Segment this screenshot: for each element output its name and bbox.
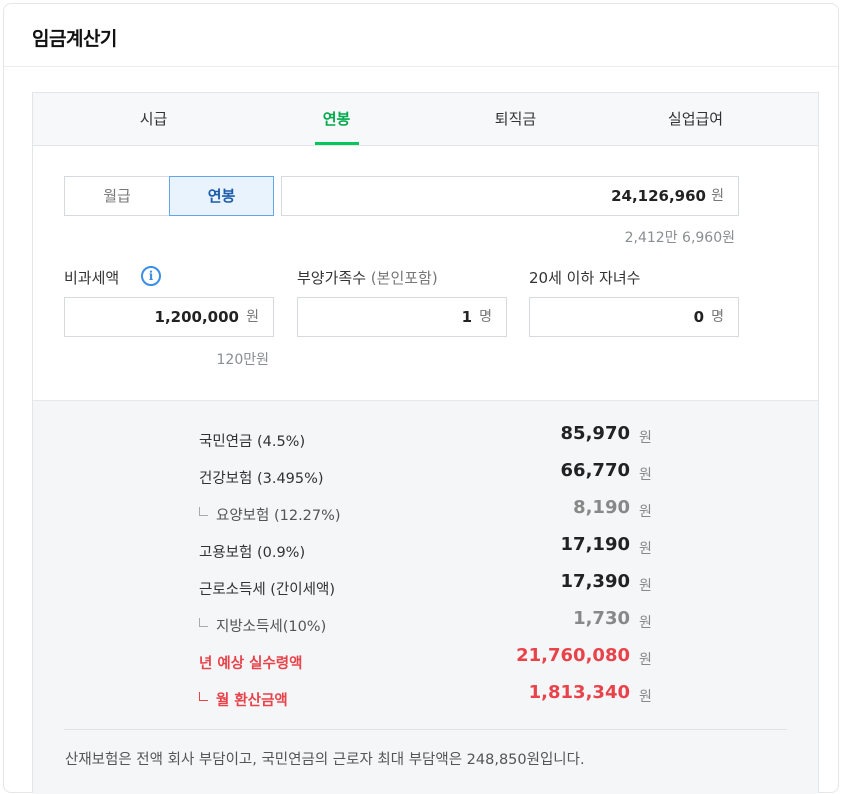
nontax-label-text: 비과세액 [64,269,120,287]
tab-label: 연봉 [322,110,351,128]
footnote: 산재보험은 전액 회사 부담이고, 국민연금의 근로자 최대 부담액은 248,… [65,752,585,768]
result-local-income-tax: 지방소득세(10%) 1,730 원 [33,608,818,638]
salary-input[interactable] [290,177,706,215]
salary-hint: 2,412만 6,960원 [624,230,735,246]
branch-icon [199,618,208,627]
result-value: 1,730 [573,608,630,629]
children-label: 20세 이하 자녀수 [529,269,641,287]
result-label: 근로소득세 (간이세액) [199,582,335,598]
salary-input-box: 원 [281,176,739,216]
result-unit: 원 [639,504,652,520]
branch-icon [199,507,208,516]
result-label: 고용보험 (0.9%) [199,545,306,561]
result-unit: 원 [639,430,652,446]
annual-toggle-button[interactable]: 연봉 [169,176,274,216]
result-employment-insurance: 고용보험 (0.9%) 17,190 원 [33,534,818,564]
results-divider [64,729,787,730]
result-value: 21,760,080 [516,645,630,666]
result-value: 66,770 [560,460,630,481]
result-label-text: 월 환산금액 [216,693,288,709]
dependents-label-sub: (본인포함) [370,269,438,287]
result-label: 요양보험 (12.27%) [199,504,341,525]
tab-severance[interactable]: 퇴직금 [453,93,578,145]
nontax-hint: 120만원 [216,352,269,368]
nontax-unit: 원 [246,309,259,325]
result-label-text: 요양보험 (12.27%) [216,508,341,524]
nontax-label: 비과세액 [64,267,119,288]
tab-label: 퇴직금 [494,110,537,128]
calculator-card: 임금계산기 시급 연봉 퇴직금 실업급여 월급 연봉 원 2,412만 6,96… [3,3,839,794]
result-label: 건강보험 (3.495%) [199,471,324,487]
dependents-label-text: 부양가족수 [297,269,367,287]
tab-label: 시급 [139,110,168,128]
result-value: 85,970 [560,423,630,444]
result-health-insurance: 건강보험 (3.495%) 66,770 원 [33,460,818,490]
result-value: 8,190 [573,497,630,518]
result-label: 월 환산금액 [199,689,288,710]
result-label: 국민연금 (4.5%) [199,434,306,450]
results-section: 국민연금 (4.5%) 85,970 원 건강보험 (3.495%) 66,77… [33,400,818,794]
result-annual-net: 년 예상 실수령액 21,760,080 원 [33,645,818,675]
nontax-input-box: 원 [64,297,274,337]
result-label-text: 지방소득세(10%) [216,619,327,635]
pay-type-toggle: 월급 연봉 [64,176,274,216]
calculator-panel: 시급 연봉 퇴직금 실업급여 월급 연봉 원 2,412만 6,960원 비과세… [32,92,819,794]
result-unit: 원 [639,578,652,594]
result-label: 년 예상 실수령액 [199,656,303,672]
branch-icon [199,692,208,701]
tab-unemployment[interactable]: 실업급여 [608,93,783,145]
result-unit: 원 [639,541,652,557]
result-unit: 원 [639,467,652,483]
result-long-term-care: 요양보험 (12.27%) 8,190 원 [33,497,818,527]
result-unit: 원 [639,689,652,705]
children-input-box: 명 [529,297,739,337]
page-title: 임금계산기 [32,28,117,50]
result-value: 1,813,340 [528,682,630,703]
nontax-input[interactable] [73,298,239,336]
dependents-input[interactable] [306,298,472,336]
tab-bar: 시급 연봉 퇴직금 실업급여 [33,93,818,146]
info-icon[interactable]: i [141,266,161,286]
dependents-input-box: 명 [297,297,507,337]
monthly-toggle-button[interactable]: 월급 [64,176,170,216]
result-monthly-net: 월 환산금액 1,813,340 원 [33,682,818,712]
result-value: 17,390 [560,571,630,592]
result-label: 지방소득세(10%) [199,615,326,636]
dependents-label: 부양가족수 (본인포함) [297,267,438,288]
result-income-tax: 근로소득세 (간이세액) 17,390 원 [33,571,818,601]
result-value: 17,190 [560,534,630,555]
tab-label: 실업급여 [667,110,724,128]
active-tab-underline [314,142,359,145]
title-divider [4,66,838,67]
salary-unit: 원 [711,188,724,204]
children-input[interactable] [538,298,704,336]
result-unit: 원 [639,652,652,668]
tab-annual[interactable]: 연봉 [274,93,399,145]
children-unit: 명 [711,309,724,325]
dependents-unit: 명 [479,309,492,325]
tab-hourly[interactable]: 시급 [33,93,274,145]
result-unit: 원 [639,615,652,631]
result-national-pension: 국민연금 (4.5%) 85,970 원 [33,423,818,453]
